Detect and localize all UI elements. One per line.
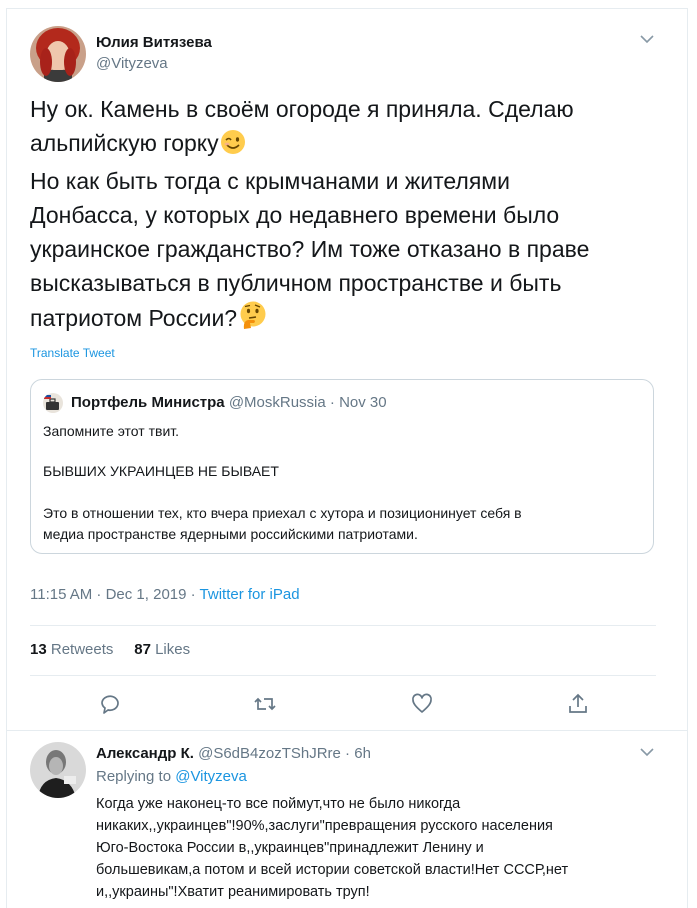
reply-author-handle[interactable]: @S6dB4zozTShJRre bbox=[198, 745, 341, 762]
quoted-date: · Nov 30 bbox=[325, 394, 387, 411]
quoted-line: медиа пространстве ядерными российскими … bbox=[43, 526, 418, 542]
likes-count: 87 bbox=[134, 641, 151, 658]
chevron-down-icon[interactable] bbox=[638, 745, 656, 759]
reply-author-name[interactable]: Александр К. bbox=[96, 745, 194, 762]
reply-author-avatar[interactable] bbox=[30, 742, 86, 798]
reply-line: Когда уже наконец-то все поймут,что не б… bbox=[96, 796, 461, 812]
retweet-icon[interactable] bbox=[253, 692, 277, 716]
reply-text: Когда уже наконец-то все поймут,что не б… bbox=[96, 793, 656, 903]
quoted-line: БЫВШИХ УКРАИНЦЕВ НЕ БЫВАЕТ bbox=[43, 463, 279, 479]
reply-separator bbox=[6, 730, 687, 731]
quoted-line: Запомните этот твит. bbox=[43, 423, 180, 439]
tweet-timestamp: 11:15 AM · Dec 1, 2019 · Twitter for iPa… bbox=[30, 586, 300, 603]
translate-tweet-link[interactable]: Translate Tweet bbox=[30, 346, 115, 360]
tweet-text: Ну ок. Камень в своём огороде я приняла.… bbox=[30, 92, 670, 339]
reply-header: Александр К. @S6dB4zozTShJRre · 6h bbox=[96, 745, 371, 762]
replying-prefix: Replying to bbox=[96, 768, 176, 785]
tweet-line: Донбасса, у которых до недавнего времени… bbox=[30, 202, 560, 228]
share-icon[interactable] bbox=[566, 692, 590, 716]
quoted-header: Портфель Министра @MoskRussia · Nov 30 bbox=[71, 394, 387, 411]
reply-line: большевикам,а потом и всей истории совет… bbox=[96, 862, 569, 878]
reply-line: и,,украины"!Хватит реанимировать труп! bbox=[96, 884, 370, 900]
retweets-label: Retweets bbox=[50, 641, 114, 658]
tweet-line: альпийскую горку bbox=[30, 130, 219, 156]
tweet-line: украинское гражданство? Им тоже отказано… bbox=[30, 236, 590, 262]
retweets-count: 13 bbox=[30, 641, 47, 658]
author-avatar[interactable] bbox=[30, 26, 86, 82]
thinking-face-icon bbox=[238, 300, 268, 339]
tweet-stats: 13 Retweets 87 Likes bbox=[30, 641, 190, 658]
reply-icon[interactable] bbox=[98, 692, 122, 716]
author-handle[interactable]: @Vityzeva bbox=[96, 55, 168, 72]
tweet-line: высказываться в публичном пространстве и… bbox=[30, 270, 562, 296]
winking-face-icon bbox=[220, 129, 246, 164]
tweet-line: Ну ок. Камень в своём огороде я приняла.… bbox=[30, 96, 574, 122]
like-heart-icon[interactable] bbox=[410, 692, 434, 716]
replying-to-link[interactable]: @Vityzeva bbox=[175, 768, 247, 785]
quoted-tweet-card[interactable]: Портфель Министра @MoskRussia · Nov 30 З… bbox=[30, 379, 654, 554]
retweets-stat[interactable]: 13 Retweets bbox=[30, 641, 113, 658]
tweet-line: патриотом России? bbox=[30, 305, 238, 331]
likes-stat[interactable]: 87 Likes bbox=[134, 641, 190, 658]
author-name[interactable]: Юлия Витязева bbox=[96, 34, 212, 51]
divider bbox=[30, 675, 656, 676]
quoted-author-name: Портфель Министра bbox=[71, 394, 225, 411]
chevron-down-icon[interactable] bbox=[638, 32, 656, 46]
likes-label: Likes bbox=[155, 641, 191, 658]
timestamp-text: 11:15 AM · Dec 1, 2019 · bbox=[30, 586, 200, 603]
divider bbox=[30, 625, 656, 626]
reply-line: Юго-Востока России в,,украинцев"принадле… bbox=[96, 840, 484, 856]
replying-to: Replying to @Vityzeva bbox=[96, 768, 247, 785]
reply-line: никаких,,украинцев"!90%,заслуги"превраще… bbox=[96, 818, 553, 834]
tweet-line: Но как быть тогда с крымчанами и жителям… bbox=[30, 168, 510, 194]
quoted-line: Это в отношении тех, кто вчера приехал с… bbox=[43, 505, 522, 521]
tweet-source-link[interactable]: Twitter for iPad bbox=[200, 586, 300, 603]
quoted-author-handle: @MoskRussia bbox=[228, 394, 326, 411]
reply-time: · 6h bbox=[340, 745, 371, 762]
quoted-author-avatar bbox=[43, 393, 63, 413]
